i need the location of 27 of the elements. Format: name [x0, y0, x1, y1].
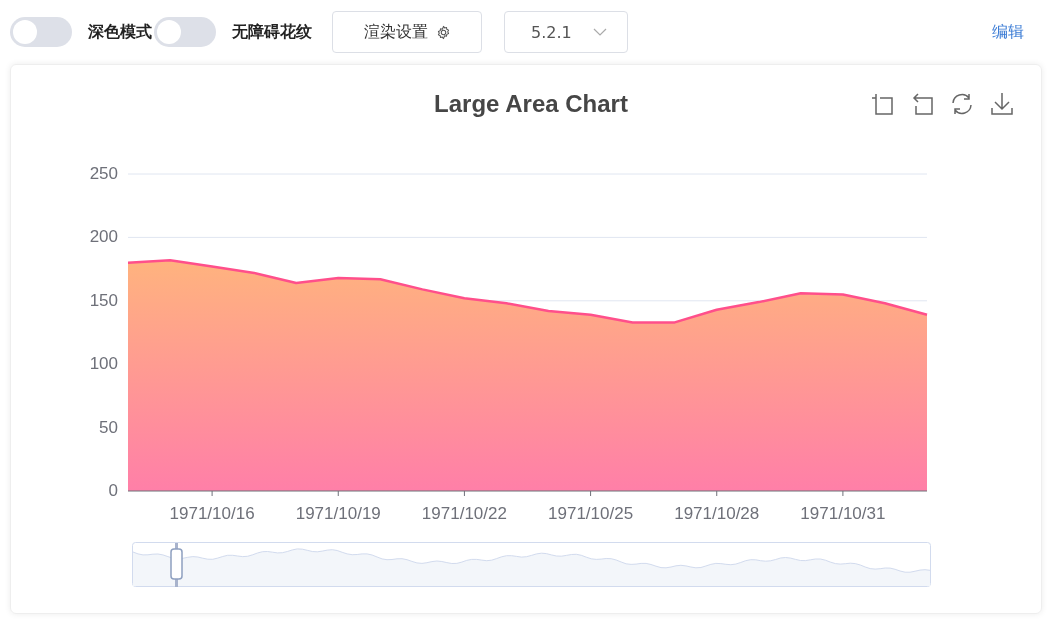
chart-title: Large Area Chart	[434, 90, 628, 117]
download-icon[interactable]	[989, 91, 1015, 117]
edit-link[interactable]: 编辑	[992, 21, 1024, 43]
y-axis-label: 150	[89, 290, 118, 310]
toggle-switch[interactable]	[154, 17, 216, 47]
y-axis-label: 100	[89, 354, 118, 374]
x-axis-label: 1971/10/25	[548, 504, 634, 523]
y-axis-label: 50	[99, 417, 118, 437]
y-axis-label: 0	[108, 481, 118, 500]
data-zoom-slider[interactable]	[132, 542, 931, 587]
toggle-label: 无障碍花纹	[232, 21, 312, 43]
x-axis-label: 1971/10/28	[674, 504, 760, 523]
x-axis-label: 1971/10/22	[421, 504, 507, 523]
render-settings-button[interactable]: 渲染设置	[332, 11, 482, 53]
chevron-down-icon	[593, 28, 607, 36]
x-axis-label: 1971/10/16	[169, 504, 255, 523]
x-axis-label: 1971/10/31	[800, 504, 886, 523]
refresh-icon[interactable]	[949, 91, 975, 117]
y-axis-label: 200	[89, 227, 118, 247]
x-axis-label: 1971/10/19	[295, 504, 381, 523]
y-axis-label: 250	[89, 164, 118, 183]
settings-icon	[435, 24, 451, 40]
crop-icon[interactable]	[869, 91, 895, 117]
toggle-switch[interactable]	[10, 17, 72, 47]
slider-handle[interactable]	[170, 543, 183, 587]
version-select[interactable]: 5.2.1	[504, 11, 628, 53]
toggle-label: 深色模式	[88, 21, 152, 43]
